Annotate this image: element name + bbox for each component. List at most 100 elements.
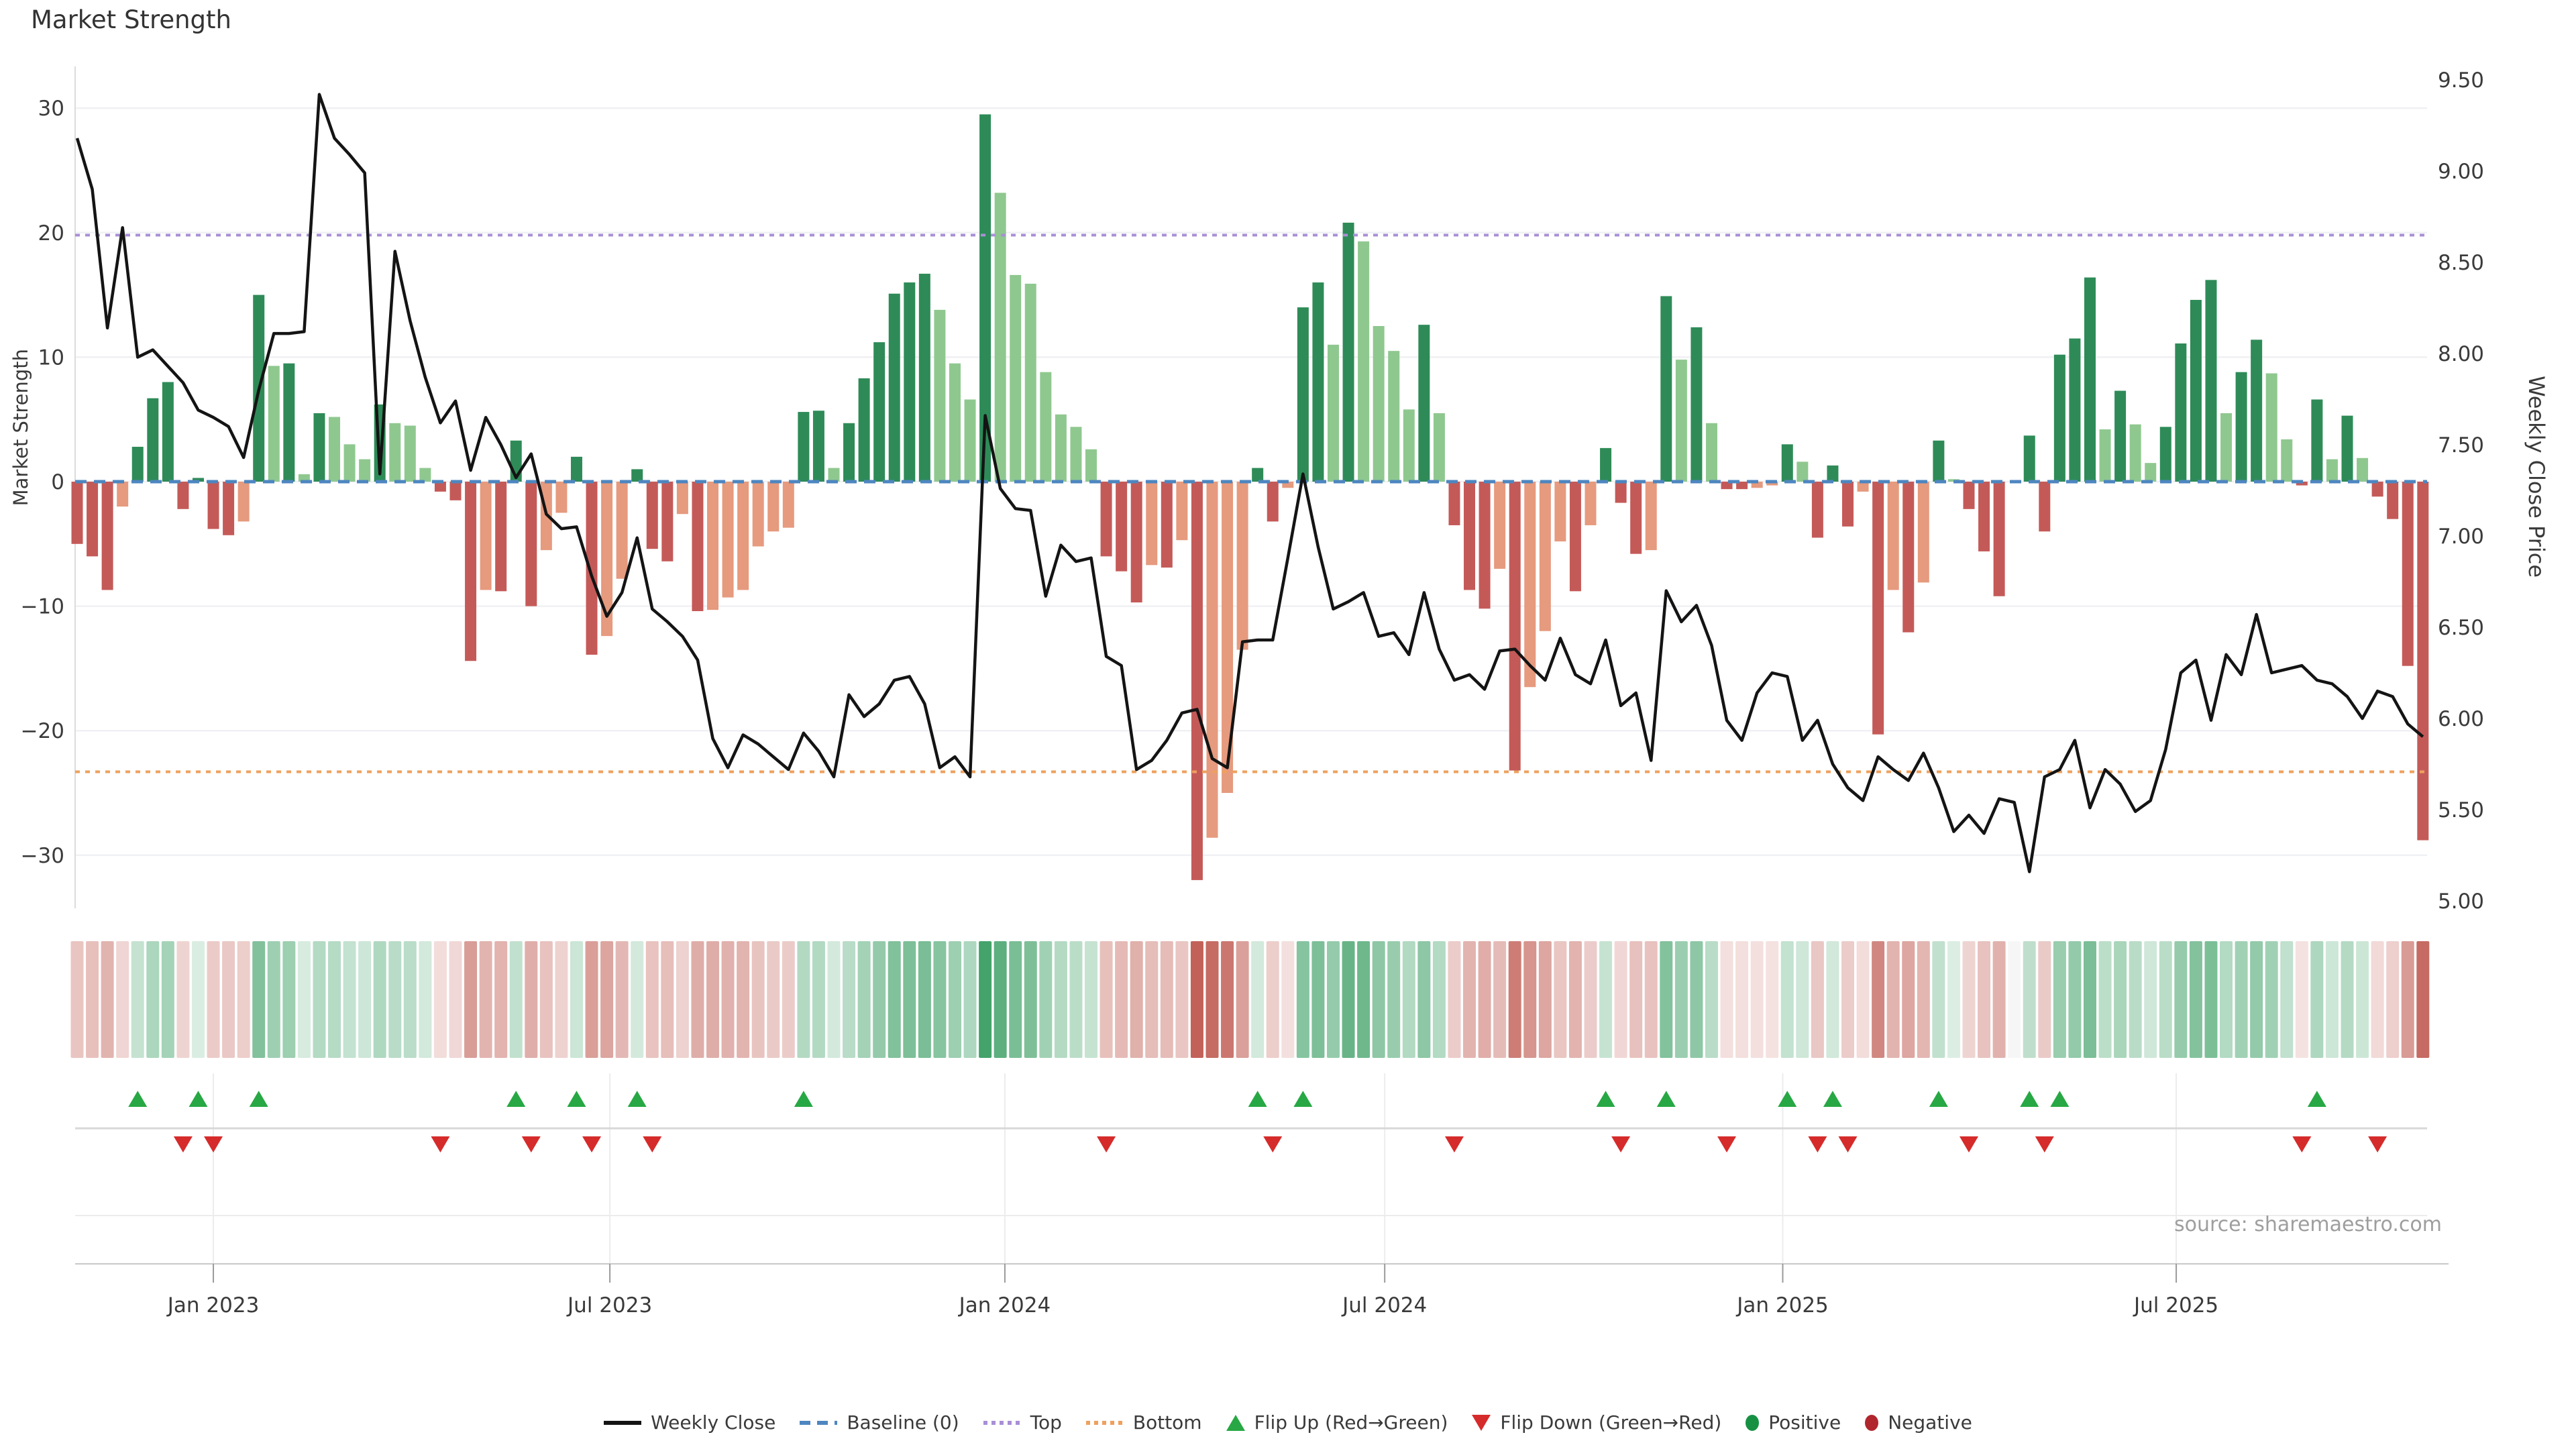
strength-bar-negative <box>465 482 476 661</box>
heatmap-cell <box>434 941 447 1058</box>
strength-bar-positive <box>1403 409 1415 482</box>
heatmap-cell <box>101 941 114 1058</box>
right-axis-tick: 5.00 <box>2438 890 2484 914</box>
dotted-swatch-icon <box>1086 1421 1124 1425</box>
strength-bar-negative <box>1872 482 1884 735</box>
dotted-swatch-icon <box>983 1421 1021 1425</box>
strength-bar-negative <box>2402 482 2414 666</box>
strength-bar-negative <box>1630 482 1642 554</box>
heatmap-cell <box>1191 941 1203 1058</box>
strength-bar-positive <box>2357 458 2368 482</box>
heatmap-cell <box>555 941 568 1058</box>
strength-bar-positive <box>2236 372 2247 482</box>
strength-bar-positive <box>859 378 870 482</box>
strength-bar-positive <box>2100 429 2111 482</box>
strength-bar-negative <box>1176 482 1187 540</box>
legend-label: Negative <box>1888 1411 1972 1434</box>
heatmap-cell <box>782 941 795 1058</box>
heatmap-cell <box>949 941 961 1058</box>
right-axis-tick: 5.50 <box>2438 798 2484 822</box>
x-axis-tick-label: Jul 2024 <box>1341 1293 1427 1318</box>
strength-bar-positive <box>1328 345 1339 482</box>
heatmap-cell <box>388 941 401 1058</box>
legend-label: Bottom <box>1133 1411 1202 1434</box>
heatmap-cell <box>1387 941 1400 1058</box>
strength-bar-negative <box>1161 482 1173 568</box>
strength-bar-negative <box>1267 482 1279 521</box>
strength-bar-negative <box>722 482 734 598</box>
strength-bar-positive <box>2175 343 2186 482</box>
strength-bar-positive <box>283 364 294 482</box>
strength-bar-positive <box>1358 241 1369 482</box>
heatmap-cell <box>1629 941 1642 1058</box>
strength-bar-negative <box>1540 482 1551 631</box>
legend-item-6: Positive <box>1746 1411 1841 1434</box>
heatmap-cell <box>176 941 189 1058</box>
heatmap-cell <box>631 941 643 1058</box>
heatmap-cell <box>1554 941 1566 1058</box>
heatmap-cell <box>2265 941 2278 1058</box>
strength-bar-negative <box>737 482 749 590</box>
strength-bar-negative <box>707 482 718 610</box>
legend-item-2: Top <box>983 1411 1062 1434</box>
strength-bar-positive <box>405 425 416 482</box>
heatmap-cell <box>2326 941 2339 1058</box>
heatmap-cell <box>600 941 613 1058</box>
heatmap-cell <box>1433 941 1446 1058</box>
right-axis-tick: 6.00 <box>2438 707 2484 731</box>
heatmap-cell <box>1055 941 1067 1058</box>
heatmap-cell <box>706 941 719 1058</box>
heatmap-cell <box>1599 941 1612 1058</box>
heatmap-cell <box>2008 941 2021 1058</box>
flip-down-marker-icon <box>2368 1136 2387 1152</box>
strength-bar-positive <box>313 413 325 482</box>
strength-bar-negative <box>117 482 128 506</box>
heatmap-cell <box>933 941 946 1058</box>
heatmap-cell <box>1463 941 1476 1058</box>
left-axis-tick: 30 <box>38 97 64 121</box>
strength-bar-negative <box>1146 482 1157 565</box>
x-axis-tick-label: Jan 2023 <box>166 1293 260 1318</box>
x-axis-tick-label: Jan 2024 <box>958 1293 1051 1318</box>
strength-bar-negative <box>647 482 658 549</box>
strength-bar-negative <box>783 482 794 528</box>
strength-bar-positive <box>1782 444 1793 482</box>
left-axis-tick: −20 <box>21 719 64 743</box>
strength-bar-negative <box>87 482 98 556</box>
strength-bar-positive <box>2069 339 2080 482</box>
flip-up-marker-icon <box>1657 1091 1676 1107</box>
heatmap-cell <box>2416 941 2429 1058</box>
strength-bar-positive <box>1706 423 1717 482</box>
heatmap-cell <box>1705 941 1718 1058</box>
flip-down-marker-icon <box>204 1136 223 1152</box>
strength-bar-positive <box>828 468 840 482</box>
heatmap-cell <box>1917 941 1930 1058</box>
flip-up-marker-icon <box>506 1091 525 1107</box>
heatmap-cell <box>313 941 325 1058</box>
strength-bar-positive <box>2326 460 2338 482</box>
heatmap-cell <box>1327 941 1340 1058</box>
heatmap-cell <box>2296 941 2308 1058</box>
right-axis-tick: 8.50 <box>2438 251 2484 275</box>
strength-bar-negative <box>677 482 688 514</box>
strength-bar-positive <box>2205 280 2216 482</box>
strength-bar-positive <box>2266 374 2277 482</box>
legend-item-0: Weekly Close <box>604 1411 775 1434</box>
heatmap-cell <box>616 941 629 1058</box>
heatmap-cell <box>1373 941 1385 1058</box>
heatmap-cell <box>1251 941 1264 1058</box>
heatmap-cell <box>1947 941 1960 1058</box>
flip-down-marker-icon <box>2035 1136 2054 1152</box>
legend-label: Baseline (0) <box>847 1411 959 1434</box>
strength-bar-positive <box>1434 413 1445 482</box>
strength-bar-positive <box>2220 413 2232 482</box>
strength-bar-positive <box>1252 468 1263 482</box>
strength-bar-positive <box>1297 307 1309 482</box>
heatmap-cell <box>1069 941 1082 1058</box>
heatmap-cell <box>1585 941 1597 1058</box>
strength-bar-negative <box>1237 482 1248 650</box>
heatmap-cell <box>964 941 977 1058</box>
strength-bar-positive <box>2114 391 2126 482</box>
flip-down-marker-icon <box>431 1136 449 1152</box>
heatmap-cell <box>71 941 84 1058</box>
